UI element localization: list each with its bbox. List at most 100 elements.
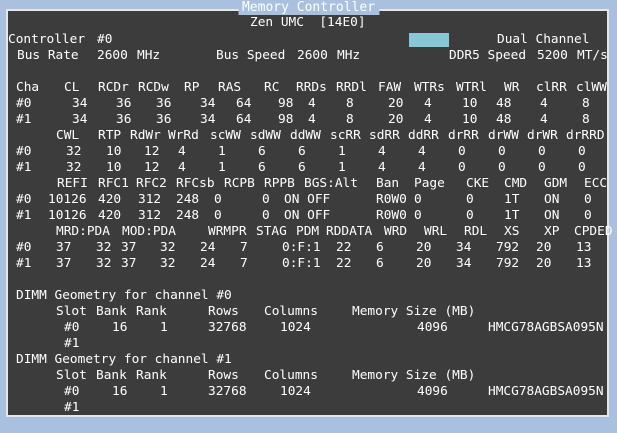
- dimm-header: Bank: [96, 368, 127, 383]
- timing-value: 4: [308, 112, 316, 127]
- timing-value: 4: [424, 112, 432, 127]
- timing-value: 10126: [48, 208, 87, 223]
- timing-header: WR: [504, 80, 520, 95]
- timing-header: XS: [504, 224, 520, 239]
- timing-header: RTP: [98, 128, 122, 143]
- timing-value: 0: [214, 192, 222, 207]
- timing-header: WRD: [384, 224, 408, 239]
- dimm-size: 4096: [417, 320, 448, 335]
- timing-header: WrRd: [168, 128, 199, 143]
- dimm-header: Rank: [136, 368, 167, 383]
- dimm-part: HMCG78AGBSA095N: [488, 320, 604, 335]
- timing-value: 36: [156, 112, 172, 127]
- timing-value: 0: [214, 208, 222, 223]
- ddr-unit: MT/s: [577, 48, 608, 63]
- timing-header: RFC1: [98, 176, 129, 191]
- timing-value: 34: [200, 112, 216, 127]
- timing-value: 7: [240, 240, 248, 255]
- timing-header: WTRl: [456, 80, 487, 95]
- timing-value: 32: [160, 256, 176, 271]
- timing-value: 4: [308, 96, 316, 111]
- timing-value: 6: [258, 144, 266, 159]
- dimm-channel-title: DIMM Geometry for channel #0: [16, 288, 232, 303]
- timing-header: RCDr: [98, 80, 129, 95]
- timing-value: 13: [576, 240, 592, 255]
- bus-speed-label: Bus Speed: [216, 48, 286, 63]
- timing-header: RDL: [464, 224, 488, 239]
- timing-value: 8: [346, 112, 354, 127]
- dimm-bank: 16: [112, 320, 128, 335]
- timing-value: 1: [338, 160, 346, 175]
- dimm-rank: 1: [160, 384, 168, 399]
- timing-header: ddRR: [408, 128, 439, 143]
- timing-value: 20: [416, 240, 432, 255]
- timing-value: 0:F:1: [282, 240, 321, 255]
- timing-header: Cha: [16, 80, 40, 95]
- timing-value: 64: [236, 96, 252, 111]
- row-label: #0: [16, 144, 32, 159]
- timing-value: 4: [178, 144, 186, 159]
- dimm-size: 4096: [417, 384, 448, 399]
- timing-value: 1T: [504, 192, 520, 207]
- timing-value: 37: [56, 240, 72, 255]
- timing-value: 0: [584, 208, 592, 223]
- timing-value: 37: [121, 240, 137, 255]
- timing-value: 36: [116, 112, 132, 127]
- timing-header: RDDATA: [326, 224, 373, 239]
- timing-header: CPDED: [574, 224, 613, 239]
- timing-value: 0: [584, 192, 592, 207]
- timing-header: RAS: [218, 80, 242, 95]
- timing-value: 0: [538, 160, 546, 175]
- subtitle: Zen UMC [14E0]: [250, 15, 366, 30]
- timing-header: STAG: [256, 224, 287, 239]
- channel-mode: Dual Channel: [497, 32, 590, 47]
- timing-value: 64: [236, 112, 252, 127]
- timing-header: drRR: [448, 128, 479, 143]
- timing-value: 20: [388, 112, 404, 127]
- timing-value: 312: [138, 192, 162, 207]
- bus-rate-unit: MHz: [137, 48, 161, 63]
- timing-header: RRDl: [336, 80, 367, 95]
- timing-value: 0: [578, 160, 586, 175]
- timing-header: RFCsb: [176, 176, 215, 191]
- timing-value: 312: [138, 208, 162, 223]
- row-label: #1: [16, 160, 32, 175]
- dimm-header: Bank: [96, 304, 127, 319]
- timing-value: 12: [144, 160, 160, 175]
- timing-value: 0: [578, 144, 586, 159]
- timing-header: ddWW: [290, 128, 321, 143]
- timing-value: 10: [462, 112, 478, 127]
- timing-value: 48: [496, 96, 512, 111]
- dimm-channel-title: DIMM Geometry for channel #1: [16, 352, 232, 367]
- timing-header: RdWr: [130, 128, 161, 143]
- timing-header: CWL: [56, 128, 80, 143]
- bus-speed-value: 2600: [297, 48, 328, 63]
- timing-value: 420: [98, 208, 122, 223]
- timing-value: ON: [544, 192, 560, 207]
- timing-header: Ban: [376, 176, 400, 191]
- dimm-rows: 32768: [208, 384, 247, 399]
- timing-header: CMD: [504, 176, 528, 191]
- ddr-value: 5200: [537, 48, 568, 63]
- timing-value: 22: [336, 240, 352, 255]
- row-label: #0: [16, 96, 32, 111]
- timing-value: 6: [376, 240, 384, 255]
- dimm-header: Columns: [264, 368, 318, 383]
- timing-value: ON OFF: [284, 208, 331, 223]
- highlight-swatch: [409, 33, 449, 47]
- timing-value: 0: [262, 192, 270, 207]
- timing-value: 7: [240, 256, 248, 271]
- timing-value: 32: [160, 240, 176, 255]
- timing-value: 8: [582, 96, 590, 111]
- timing-value: 1: [338, 144, 346, 159]
- timing-value: 34: [200, 96, 216, 111]
- timing-header: FAW: [378, 80, 402, 95]
- timing-value: R0W0: [376, 192, 407, 207]
- dimm-header: Slot: [56, 368, 87, 383]
- timing-header: XP: [544, 224, 560, 239]
- dimm-header: Columns: [264, 304, 318, 319]
- timing-header: RPPB: [264, 176, 295, 191]
- timing-value: 24: [200, 256, 216, 271]
- timing-value: 248: [176, 192, 200, 207]
- controller-value: #0: [97, 32, 113, 47]
